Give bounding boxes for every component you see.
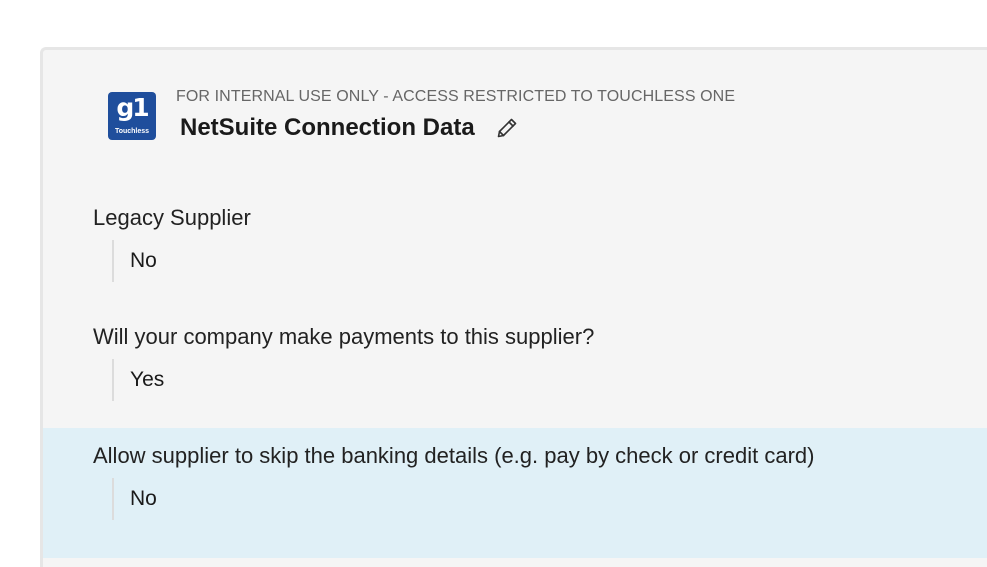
field-label: Legacy Supplier	[93, 205, 251, 230]
field-value: No	[112, 478, 157, 520]
field-value: No	[112, 240, 157, 282]
netsuite-connection-card: g1 Touchless FOR INTERNAL USE ONLY - ACC…	[40, 47, 987, 567]
field-legacy-supplier: Legacy Supplier No	[43, 200, 987, 292]
pencil-icon[interactable]	[495, 116, 519, 140]
field-label: Allow supplier to skip the banking detai…	[93, 443, 815, 468]
field-skip-banking-details: Allow supplier to skip the banking detai…	[43, 428, 987, 558]
logo-mark: g1	[116, 93, 149, 122]
card-header: g1 Touchless FOR INTERNAL USE ONLY - ACC…	[108, 88, 735, 142]
field-label: Will your company make payments to this …	[93, 324, 595, 349]
logo-wordmark: Touchless	[114, 128, 150, 135]
title-row: NetSuite Connection Data	[180, 114, 735, 142]
access-restriction-note: FOR INTERNAL USE ONLY - ACCESS RESTRICTE…	[176, 88, 736, 105]
field-value: Yes	[112, 359, 164, 401]
touchless-one-logo: g1 Touchless	[108, 92, 156, 140]
field-make-payments: Will your company make payments to this …	[43, 318, 987, 428]
header-text: FOR INTERNAL USE ONLY - ACCESS RESTRICTE…	[176, 88, 735, 142]
section-title: NetSuite Connection Data	[180, 114, 475, 141]
